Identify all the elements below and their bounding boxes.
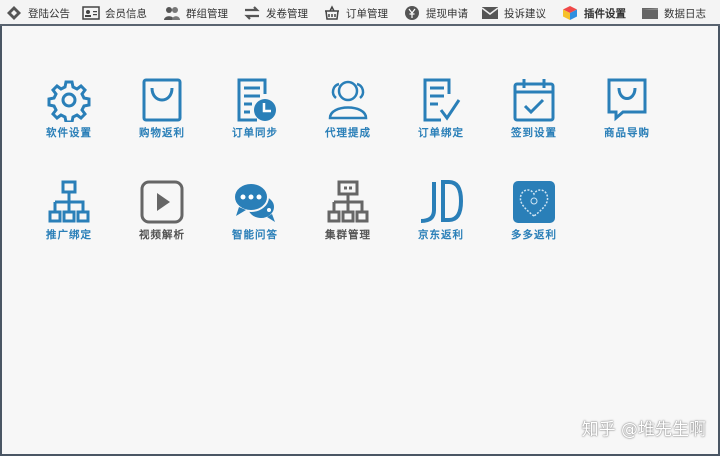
cube-icon (563, 6, 577, 20)
watermark: 知乎 @堆先生啊 (581, 420, 706, 440)
calendar-check-icon (513, 79, 555, 122)
toolbar-item-member-info[interactable]: 会员信息 (82, 4, 147, 22)
folder-icon (642, 8, 658, 19)
exchange-icon (244, 6, 260, 20)
app-pdd-rebate[interactable]: 多多返利 (494, 180, 574, 242)
shopping-bag-icon (142, 78, 182, 122)
users-icon (164, 7, 180, 20)
app-software-settings[interactable]: 软件设置 (29, 78, 109, 140)
app-agent-commission[interactable]: 代理提成 (308, 78, 388, 140)
basket-icon (325, 5, 339, 20)
pdd-logo-icon (513, 181, 555, 223)
toolbar-item-coupon-management[interactable]: 发卷管理 (243, 4, 308, 22)
gear-icon (47, 80, 91, 122)
cluster-icon (327, 180, 369, 223)
app-jd-rebate[interactable]: 京东返利 (401, 180, 481, 242)
app-order-binding[interactable]: 订单绑定 (401, 78, 481, 140)
app-video-parse[interactable]: 视频解析 (122, 180, 202, 242)
app-smart-qa[interactable]: 智能问答 (215, 180, 295, 242)
toolbar-item-announcement[interactable]: 登陆公告 (5, 4, 70, 22)
agents-icon (328, 80, 368, 120)
jd-logo-icon (420, 180, 463, 223)
toolbar-item-order-management[interactable]: 订单管理 (323, 4, 388, 22)
chat-bubbles-icon (233, 182, 276, 222)
app-promotion-binding[interactable]: 推广绑定 (29, 180, 109, 242)
app-product-guide[interactable]: 商品导购 (587, 78, 667, 140)
doc-check-icon (423, 78, 461, 122)
diamond-icon (7, 6, 21, 20)
id-card-icon (82, 6, 100, 20)
hierarchy-icon (48, 180, 90, 223)
app-checkin-settings[interactable]: 签到设置 (494, 78, 574, 140)
app-shopping-rebate[interactable]: 购物返利 (122, 78, 202, 140)
top-toolbar: 登陆公告 会员信息 群组管理 发卷管理 订单管理 提现申请 投诉建议 插件设置 … (0, 0, 720, 26)
app-cluster-management[interactable]: 集群管理 (308, 180, 388, 242)
toolbar-item-data-log[interactable]: 数据日志 (641, 4, 706, 22)
toolbar-item-complaints[interactable]: 投诉建议 (481, 4, 546, 22)
mail-icon (481, 7, 499, 19)
app-order-sync[interactable]: 订单同步 (215, 78, 295, 140)
toolbar-item-withdraw[interactable]: 提现申请 (403, 4, 468, 22)
order-clock-icon (237, 78, 276, 122)
chat-bag-icon (607, 78, 647, 122)
yen-coin-icon (405, 6, 419, 20)
toolbar-item-group-management[interactable]: 群组管理 (163, 4, 228, 22)
toolbar-item-plugin-settings[interactable]: 插件设置 (561, 4, 626, 22)
play-icon (140, 180, 184, 224)
